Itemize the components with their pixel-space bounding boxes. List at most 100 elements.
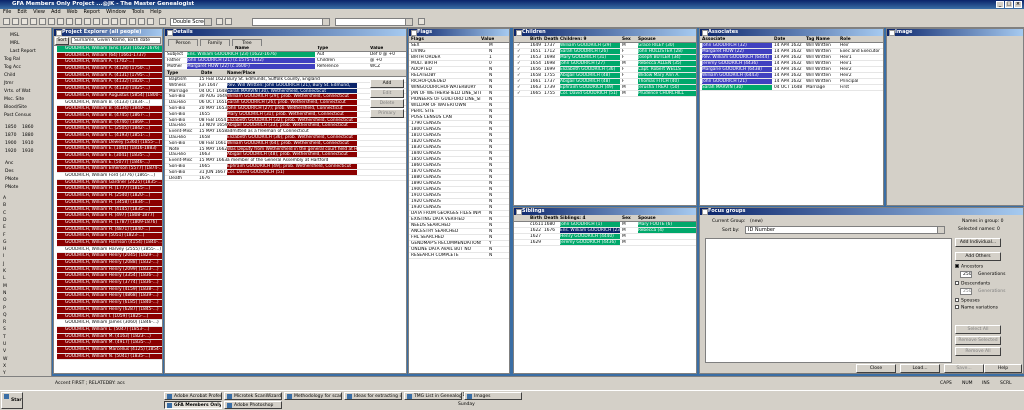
person-row[interactable]: GOODRICH, William H. (497) (1808-1877) xyxy=(57,213,162,220)
menu-window[interactable]: Window xyxy=(106,9,126,16)
person-row[interactable]: GOODRICH, William M. (4163) (1823-...) xyxy=(57,333,162,341)
person-row[interactable]: GOODRICH, William E. (3041) (1835-...) xyxy=(57,153,162,160)
details-delete-button[interactable]: Delete xyxy=(370,99,404,108)
menu-tools[interactable]: Tools xyxy=(132,9,144,16)
help-button[interactable]: Help xyxy=(984,364,1022,373)
person-row[interactable]: GOODRICH, William Henry (6287) (1845-...… xyxy=(57,306,162,314)
details-add-button[interactable]: Add xyxy=(370,79,404,88)
taskbar-item[interactable]: GFA Members Only Pr... xyxy=(164,401,222,409)
menu-report[interactable]: Report xyxy=(84,9,101,16)
load-button[interactable]: Load... xyxy=(900,364,940,373)
letter-index[interactable]: E xyxy=(3,225,6,230)
menu-help[interactable]: Help xyxy=(150,9,161,16)
letter-index[interactable]: R xyxy=(3,320,6,325)
layout-select[interactable]: Double Screen xyxy=(170,18,212,26)
letter-index[interactable]: N xyxy=(3,291,6,296)
start-button[interactable]: Start xyxy=(1,392,23,409)
menu-view[interactable]: View xyxy=(33,9,45,16)
person-row[interactable]: GOODRICH, William (Ens.) (23) (1622-1676… xyxy=(57,46,162,53)
filter-select[interactable] xyxy=(335,18,413,26)
sibling-row[interactable]: 1629 Jeremy GOODRICH (4436) M xyxy=(514,240,696,246)
search-icon[interactable] xyxy=(102,18,109,25)
leftbar-item[interactable]: Last Report xyxy=(10,49,36,54)
person-row[interactable]: GOODRICH, William B. (4746) (1869-...) xyxy=(57,119,162,127)
taskbar-item[interactable]: Ideas for extracting info... xyxy=(344,392,402,400)
chart-icon[interactable] xyxy=(120,18,127,25)
minimize-button[interactable]: _ xyxy=(996,1,1004,8)
taskbar-item[interactable]: Adobe Acrobat Professio... xyxy=(164,392,222,400)
person-row[interactable]: GOODRICH, William Harvey (2555) (1855-..… xyxy=(57,247,162,254)
spouses-option[interactable]: Spouses xyxy=(955,298,980,304)
letter-index[interactable]: D xyxy=(3,218,6,223)
tree-icon[interactable] xyxy=(93,18,100,25)
map-icon[interactable] xyxy=(129,18,136,25)
person-row[interactable]: GOODRICH, William Henry (4159) (1838-...… xyxy=(57,286,162,294)
person-row[interactable]: GOODRICH, William Henry (3354) (1836-...… xyxy=(57,273,162,281)
person-row[interactable]: GOODRICH, William Henry (2045) (1829-...… xyxy=(57,253,162,260)
person-row[interactable]: GOODRICH, William Henry (4868) (1839-...… xyxy=(57,293,162,301)
family-icon[interactable] xyxy=(84,18,91,25)
person-row[interactable]: GOODRICH, William A. (4128) (1750-...) xyxy=(57,66,162,73)
person-row[interactable]: GOODRICH, William Dewey (5360) (1855-...… xyxy=(57,139,162,147)
letter-index[interactable]: W xyxy=(3,357,7,362)
person-row[interactable]: GOODRICH, William James (3060) (1846-...… xyxy=(57,320,162,327)
person-row[interactable]: GOODRICH, William N. (5041) (1835-...) xyxy=(57,353,162,361)
letter-index[interactable]: L xyxy=(3,276,6,281)
letter-index[interactable]: T xyxy=(3,335,6,340)
person-row[interactable]: GOODRICH, William C. (4193) (1851-...) xyxy=(57,132,162,140)
taskbar-item[interactable]: Methodology for scannin... xyxy=(284,392,342,400)
person-row[interactable]: GOODRICH, William H. (4145) (1835-...) xyxy=(57,206,162,214)
child-row[interactable]: ✓ 1665 1755 Col. David GOODRICH (51) M Pruden… xyxy=(514,91,696,97)
quick-button[interactable]: PNote xyxy=(5,177,18,182)
focus-group-list[interactable] xyxy=(705,238,952,363)
taskbar-item[interactable]: TMG List in Genealogy - ... xyxy=(404,392,462,400)
person-row[interactable]: GOODRICH, William H. (3458) (1834-...) xyxy=(57,199,162,207)
year-button[interactable]: 1920 xyxy=(5,149,16,154)
letter-index[interactable]: G xyxy=(3,240,7,245)
focus-select[interactable] xyxy=(252,18,330,26)
person-row[interactable]: GOODRICH, William H. (1787) (1809-1876) xyxy=(57,219,162,227)
menu-add[interactable]: Add xyxy=(51,9,61,16)
tab-family[interactable]: Family xyxy=(200,39,230,46)
person-row[interactable]: GOODRICH, William E. (1041) (1816-1883) xyxy=(57,146,162,153)
year-button[interactable]: 1850 xyxy=(5,125,16,130)
person-row[interactable]: GOODRICH, William B. (4745) (1867-...) xyxy=(57,112,162,120)
details-edit-button[interactable]: Edit xyxy=(370,89,404,98)
remove-selected-button[interactable]: Remove Selected xyxy=(955,336,1001,345)
bookmark-icon[interactable] xyxy=(216,18,223,25)
letter-index[interactable]: J xyxy=(3,262,4,267)
letter-index[interactable]: F xyxy=(3,233,6,238)
sort-by-select[interactable]: ID Number xyxy=(745,226,945,234)
year-button[interactable]: 1870 xyxy=(5,133,16,138)
letter-index[interactable]: H xyxy=(3,247,6,252)
person-row[interactable]: GOODRICH, William Ford (3776) (1865-...) xyxy=(57,173,162,180)
letter-index[interactable]: S xyxy=(3,327,6,332)
person-row[interactable]: GOODRICH, William I. (1059) (1825-...) xyxy=(57,313,162,321)
leftbar-item[interactable]: MSL xyxy=(10,33,19,38)
quick-button[interactable]: Des xyxy=(5,169,14,174)
person-row[interactable]: GOODRICH, William B. (4134) (1840-...) xyxy=(57,106,162,113)
year-button[interactable]: 1900 xyxy=(5,141,16,146)
surname-header[interactable]: Surname, Given Name, Birth date xyxy=(71,37,161,44)
leftbar-item[interactable]: Msc. Site xyxy=(4,97,24,102)
person-icon[interactable] xyxy=(75,18,82,25)
person-row[interactable]: GOODRICH, William L. (5047) (1853-...) xyxy=(57,326,162,334)
add-others-button[interactable]: Add Others xyxy=(955,252,1001,261)
leftbar-item[interactable]: Child xyxy=(4,73,15,78)
letter-index[interactable]: V xyxy=(3,349,6,354)
person-row[interactable]: GOODRICH, William Marcellus (4125) (1854… xyxy=(57,346,162,354)
person-row[interactable]: GOODRICH, William Henry (2099) (1833-...… xyxy=(57,266,162,274)
letter-index[interactable]: K xyxy=(3,269,6,274)
web-icon[interactable] xyxy=(138,18,145,25)
person-row[interactable]: GOODRICH, William C. (2505) (1842-...) xyxy=(57,126,162,133)
year-button[interactable]: 1910 xyxy=(22,141,33,146)
leftbar-item[interactable]: MRL xyxy=(10,41,20,46)
year-button[interactable]: 1930 xyxy=(22,149,33,154)
details-primary-button[interactable]: Primary xyxy=(370,109,404,118)
leftbar-item[interactable]: Tog Ral xyxy=(4,57,20,62)
person-row[interactable]: GOODRICH, William A. (4132) (1820-...) xyxy=(57,79,162,87)
sort-button[interactable]: Sort xyxy=(55,37,69,45)
flag-row[interactable]: RESEARCH COMPLETE N xyxy=(409,253,509,259)
leftbar-item[interactable]: Post Census xyxy=(4,113,31,118)
save-button[interactable]: Save... xyxy=(944,364,984,373)
